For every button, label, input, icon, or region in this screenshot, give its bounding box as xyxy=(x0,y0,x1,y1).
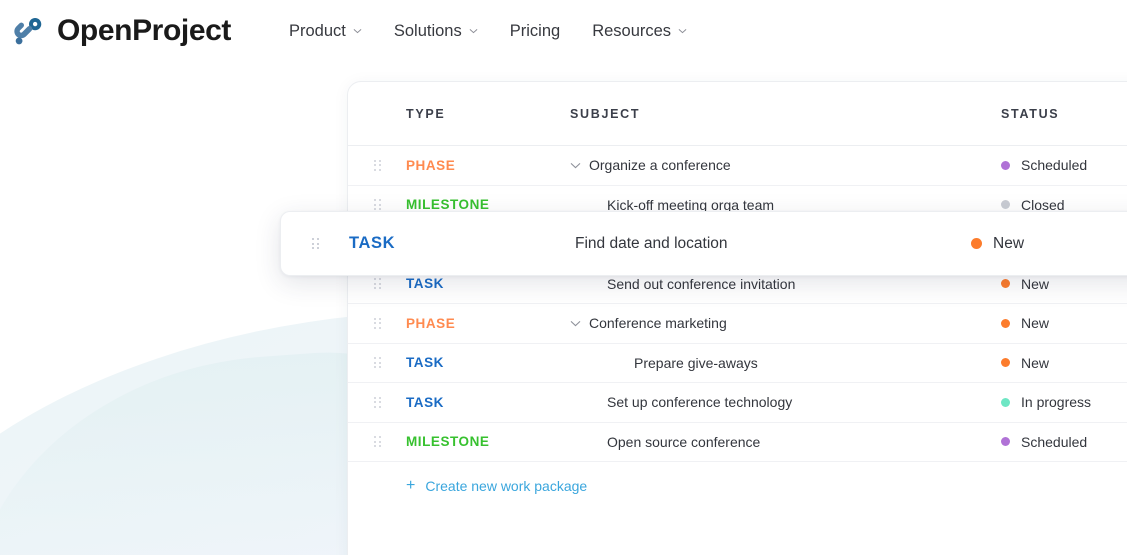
row-subject-label: Organize a conference xyxy=(589,157,731,173)
brand-logo-link[interactable]: OpenProject xyxy=(10,14,231,48)
drag-handle-icon[interactable] xyxy=(348,199,406,210)
column-header-status[interactable]: STATUS xyxy=(1001,107,1127,121)
table-header-row: TYPE SUBJECT STATUS xyxy=(348,82,1127,146)
row-status-label: In progress xyxy=(1021,394,1091,410)
row-status-label: New xyxy=(1021,355,1049,371)
drag-handle-dots xyxy=(312,238,319,249)
nav-links: Product Solutions Pricing Resources xyxy=(273,16,703,47)
work-package-table-card: TYPE SUBJECT STATUS PHASE Organize a conf… xyxy=(347,81,1127,555)
row-subject[interactable]: Organize a conference xyxy=(570,157,1001,173)
drag-handle-dots xyxy=(374,160,381,171)
drag-handle-dots xyxy=(374,357,381,368)
nav-item-resources-label: Resources xyxy=(592,22,671,41)
drag-handle-dots xyxy=(374,199,381,210)
status-dot xyxy=(1001,279,1010,288)
table-row[interactable]: PHASE Conference marketing New xyxy=(348,304,1127,344)
row-subject-label: Prepare give-aways xyxy=(634,355,758,371)
drag-handle-dots xyxy=(374,397,381,408)
create-work-package-row: + Create new work package xyxy=(348,462,1127,510)
create-new-work-package-button[interactable]: + Create new work package xyxy=(406,478,587,494)
chevron-down-icon xyxy=(469,28,478,34)
dragged-row-subject-label: Find date and location xyxy=(535,235,728,253)
status-dot xyxy=(1001,437,1010,446)
row-status-label: New xyxy=(1021,315,1049,331)
status-dot xyxy=(1001,358,1010,367)
row-type[interactable]: MILESTONE xyxy=(406,434,570,449)
dragged-work-package-row[interactable]: TASK Find date and location New xyxy=(280,211,1127,276)
row-status[interactable]: Scheduled xyxy=(1001,434,1127,450)
row-subject-label: Send out conference invitation xyxy=(607,276,795,292)
row-type[interactable]: TASK xyxy=(406,395,570,410)
status-dot xyxy=(1001,319,1010,328)
row-type[interactable]: PHASE xyxy=(406,316,570,331)
nav-item-product-label: Product xyxy=(289,22,346,41)
table-rows: PHASEOrganize a conferenceScheduledMILES… xyxy=(348,146,1127,462)
nav-item-solutions-label: Solutions xyxy=(394,22,462,41)
collapse-chevron-icon[interactable] xyxy=(570,320,581,327)
table-row[interactable]: TASK Set up conference technology In progr… xyxy=(348,383,1127,423)
drag-handle-dots xyxy=(374,318,381,329)
brand-name: OpenProject xyxy=(57,16,231,46)
chevron-down-icon xyxy=(678,28,687,34)
row-subject[interactable]: Conference marketing xyxy=(570,315,1001,331)
create-new-work-package-label: Create new work package xyxy=(425,478,587,494)
row-status[interactable]: New xyxy=(1001,355,1127,371)
row-status-label: New xyxy=(1021,276,1049,292)
drag-handle-icon[interactable] xyxy=(348,160,406,171)
drag-handle-icon[interactable] xyxy=(348,397,406,408)
row-subject[interactable]: Prepare give-aways xyxy=(570,355,1001,371)
row-type[interactable]: PHASE xyxy=(406,158,570,173)
drag-handle-icon[interactable] xyxy=(348,278,406,289)
dragged-row-type[interactable]: TASK xyxy=(349,234,535,253)
row-type[interactable]: MILESTONE xyxy=(406,197,570,212)
drag-handle-icon[interactable] xyxy=(281,238,349,249)
plus-icon: + xyxy=(406,478,415,494)
nav-item-product[interactable]: Product xyxy=(273,16,378,47)
chevron-down-icon xyxy=(353,28,362,34)
row-subject-label: Set up conference technology xyxy=(607,394,792,410)
table-row[interactable]: MILESTONE Open source conference Scheduled xyxy=(348,423,1127,463)
row-status-label: Scheduled xyxy=(1021,434,1087,450)
dragged-row-status-label: New xyxy=(993,235,1024,253)
drag-handle-dots xyxy=(374,278,381,289)
status-dot xyxy=(971,238,982,249)
table-row[interactable]: TASK Prepare give-aways New xyxy=(348,344,1127,384)
drag-handle-icon[interactable] xyxy=(348,318,406,329)
column-header-subject[interactable]: SUBJECT xyxy=(570,107,1001,121)
status-dot xyxy=(1001,398,1010,407)
drag-handle-icon[interactable] xyxy=(348,357,406,368)
top-navigation-bar: OpenProject Product Solutions Pricing Re… xyxy=(0,0,1127,62)
nav-item-pricing-label: Pricing xyxy=(510,22,560,41)
dragged-row-status[interactable]: New xyxy=(971,235,1127,253)
nav-item-solutions[interactable]: Solutions xyxy=(378,16,494,47)
status-dot xyxy=(1001,161,1010,170)
row-subject-label: Conference marketing xyxy=(589,315,727,331)
column-header-type[interactable]: TYPE xyxy=(406,107,570,121)
row-status-label: Scheduled xyxy=(1021,157,1087,173)
page-root: OpenProject Product Solutions Pricing Re… xyxy=(0,0,1127,555)
openproject-logo-icon xyxy=(10,14,48,48)
row-type[interactable]: TASK xyxy=(406,276,570,291)
drag-handle-dots xyxy=(374,436,381,447)
table-row[interactable]: PHASE Organize a conference Scheduled xyxy=(348,146,1127,186)
row-type[interactable]: TASK xyxy=(406,355,570,370)
status-dot xyxy=(1001,200,1010,209)
row-status[interactable]: New xyxy=(1001,315,1127,331)
row-status[interactable]: Scheduled xyxy=(1001,157,1127,173)
nav-item-resources[interactable]: Resources xyxy=(576,16,703,47)
row-subject-label: Open source conference xyxy=(607,434,760,450)
dragged-row-subject[interactable]: Find date and location xyxy=(535,235,971,253)
row-subject[interactable]: Open source conference xyxy=(570,434,1001,450)
row-status[interactable]: New xyxy=(1001,276,1127,292)
row-status[interactable]: In progress xyxy=(1001,394,1127,410)
drag-handle-icon[interactable] xyxy=(348,436,406,447)
nav-item-pricing[interactable]: Pricing xyxy=(494,16,576,47)
row-subject[interactable]: Set up conference technology xyxy=(570,394,1001,410)
row-subject[interactable]: Send out conference invitation xyxy=(570,276,1001,292)
collapse-chevron-icon[interactable] xyxy=(570,162,581,169)
